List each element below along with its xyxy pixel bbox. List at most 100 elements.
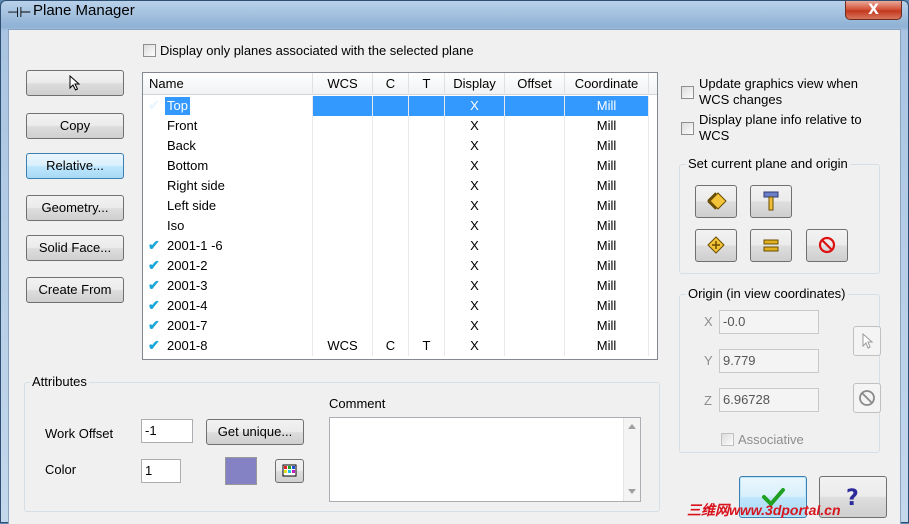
cell-coord: Mill [565,276,649,296]
close-button[interactable]: X [845,1,902,20]
color-palette-button[interactable] [275,459,304,483]
cell-c [373,276,409,296]
row-check-icon: ✔ [148,257,160,273]
cell-wcs [313,276,373,296]
cursor-arrow-icon [69,74,81,91]
copy-button[interactable]: Copy [26,113,124,139]
associative-label: Associative [738,432,804,447]
table-row[interactable]: Back X Mill [143,136,649,156]
cell-display: X [445,176,505,196]
cell-t [409,156,445,176]
cell-display: X [445,236,505,256]
set-both-planes-icon-button[interactable] [695,229,737,262]
cell-wcs [313,256,373,276]
cell-t [409,256,445,276]
dialog-client: Display only planes associated with the … [8,29,901,524]
cell-t [409,216,445,236]
cell-display: X [445,156,505,176]
table-row[interactable]: 2001-8 WCS C T X Mill ✔ [143,336,649,356]
cell-wcs [313,136,373,156]
create-from-button[interactable]: Create From [26,277,124,303]
cell-display: X [445,136,505,156]
cell-coord: Mill [565,116,649,136]
cell-display: X [445,296,505,316]
cell-t [409,276,445,296]
table-row[interactable]: Right side X Mill [143,176,649,196]
table-row[interactable]: Front X Mill [143,116,649,136]
get-unique-button[interactable]: Get unique... [206,419,304,445]
table-row[interactable]: Left side X Mill [143,196,649,216]
window-title: Plane Manager [33,2,135,19]
plane-list[interactable]: Name WCS C T Display Offset Coordinate T… [142,72,658,360]
display-only-associated-checkbox[interactable] [143,44,156,57]
associative-checkbox[interactable] [721,433,734,446]
geometry-button[interactable]: Geometry... [26,195,124,221]
origin-group-title: Origin (in view coordinates) [686,286,848,301]
table-row[interactable]: 2001-2 X Mill ✔ [143,256,649,276]
scroll-down-arrow-icon[interactable] [628,489,636,494]
cell-wcs [313,216,373,236]
cell-name: Front [143,116,313,136]
comment-textarea[interactable] [329,417,641,502]
relative-button[interactable]: Relative... [26,153,124,179]
color-label: Color [45,462,77,477]
cell-wcs: WCS [313,336,373,356]
comment-scrollbar[interactable] [623,418,640,501]
color-field[interactable]: 1 [141,459,181,483]
column-header-wcs[interactable]: WCS [313,73,373,95]
cell-coord: Mill [565,156,649,176]
cell-c [373,196,409,216]
column-header-name[interactable]: Name [143,73,313,95]
plane-list-header: Name WCS C T Display Offset Coordinate [143,73,657,95]
column-header-offset[interactable]: Offset [505,73,565,95]
cell-offset [505,136,565,156]
column-header-display[interactable]: Display [445,73,505,95]
work-offset-field[interactable]: -1 [141,419,193,443]
cell-display: X [445,276,505,296]
cell-display: X [445,336,505,356]
origin-x-field[interactable]: -0.0 [719,310,819,334]
solid-face-button[interactable]: Solid Face... [26,235,124,261]
cell-c [373,236,409,256]
title-bar[interactable]: ⊣⊢ Plane Manager X [1,1,908,28]
table-row[interactable]: Top X Mill ✔ [143,96,649,116]
origin-y-field[interactable]: 9.779 [719,349,819,373]
cell-offset [505,216,565,236]
cell-offset [505,96,565,116]
origin-z-field[interactable]: 6.96728 [719,388,819,412]
column-header-t[interactable]: T [409,73,445,95]
cell-name: Left side [143,196,313,216]
cell-c [373,136,409,156]
set-tplane-icon-button[interactable] [750,185,792,218]
column-header-c[interactable]: C [373,73,409,95]
cell-name: Iso [143,216,313,236]
cell-name: 2001-7 [143,316,313,336]
table-row[interactable]: 2001-4 X Mill ✔ [143,296,649,316]
cell-t [409,116,445,136]
cell-t [409,96,445,116]
update-graphics-checkbox[interactable] [681,86,694,99]
clear-planes-icon-button[interactable] [806,229,848,262]
cell-wcs [313,176,373,196]
table-row[interactable]: Bottom X Mill [143,156,649,176]
column-header-coordinate[interactable]: Coordinate [565,73,649,95]
pick-origin-button[interactable] [853,326,881,356]
display-relative-checkbox[interactable] [681,122,694,135]
cell-name: Back [143,136,313,156]
cell-t: T [409,336,445,356]
cell-c [373,156,409,176]
table-row[interactable]: 2001-7 X Mill ✔ [143,316,649,336]
cell-t [409,196,445,216]
table-row[interactable]: Iso X Mill [143,216,649,236]
scroll-up-arrow-icon[interactable] [628,424,636,429]
table-row[interactable]: 2001-3 X Mill ✔ [143,276,649,296]
cell-t [409,236,445,256]
select-pointer-button[interactable] [26,70,124,96]
equal-planes-icon-button[interactable] [750,229,792,262]
cell-coord: Mill [565,316,649,336]
cell-t [409,136,445,156]
reset-origin-button[interactable] [853,383,881,413]
cell-wcs [313,316,373,336]
table-row[interactable]: 2001-1 -6 X Mill ✔ [143,236,649,256]
set-cplane-icon-button[interactable] [695,185,737,218]
